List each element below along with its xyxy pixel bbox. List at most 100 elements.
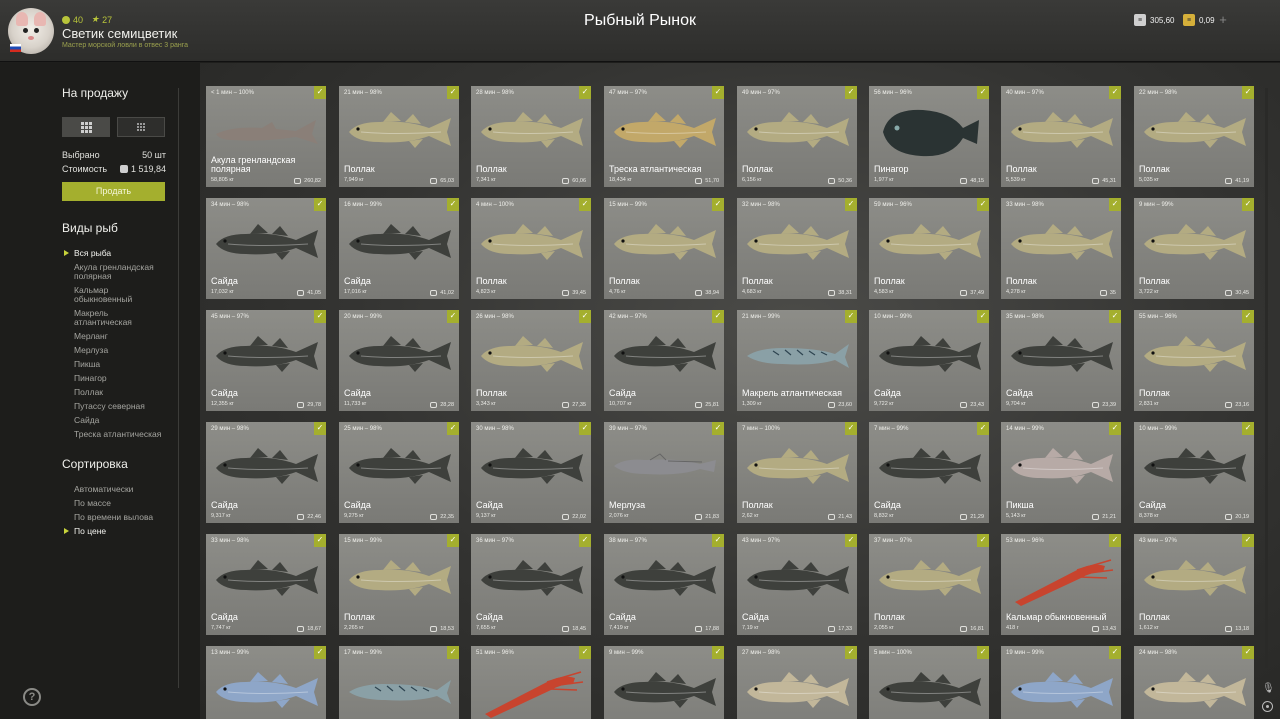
fish-card[interactable]: 51 мин – 96% ✓ — [471, 646, 591, 719]
species-filter-item-1[interactable]: Акула гренландская полярная — [64, 263, 164, 281]
selected-check-icon[interactable]: ✓ — [1109, 534, 1121, 547]
fish-card[interactable]: 14 мин – 99% ✓ Пикша 5,143 кг 21,21 — [1001, 422, 1121, 523]
species-filter-item-0[interactable]: Вся рыба — [64, 249, 164, 258]
selected-check-icon[interactable]: ✓ — [1242, 310, 1254, 323]
selected-check-icon[interactable]: ✓ — [1242, 198, 1254, 211]
selected-check-icon[interactable]: ✓ — [447, 534, 459, 547]
fish-card[interactable]: 7 мин – 99% ✓ Сайда 8,832 кг 21,29 — [869, 422, 989, 523]
fish-card[interactable]: 27 мин – 98% ✓ — [737, 646, 857, 719]
selected-check-icon[interactable]: ✓ — [977, 534, 989, 547]
selected-check-icon[interactable]: ✓ — [977, 310, 989, 323]
selected-check-icon[interactable]: ✓ — [1242, 646, 1254, 659]
selected-check-icon[interactable]: ✓ — [579, 310, 591, 323]
species-filter-item-7[interactable]: Пинагор — [64, 374, 164, 383]
selected-check-icon[interactable]: ✓ — [845, 422, 857, 435]
fish-card[interactable]: 55 мин – 96% ✓ Поллак 2,831 кг 23,16 — [1134, 310, 1254, 411]
selected-check-icon[interactable]: ✓ — [579, 534, 591, 547]
selected-check-icon[interactable]: ✓ — [712, 646, 724, 659]
selected-check-icon[interactable]: ✓ — [1242, 534, 1254, 547]
selected-check-icon[interactable]: ✓ — [447, 86, 459, 99]
grid-scrollbar[interactable] — [1265, 88, 1268, 668]
fish-card[interactable]: 53 мин – 96% ✓ Кальмар обыкновенный 418 г 13… — [1001, 534, 1121, 635]
fish-card[interactable]: 15 мин – 99% ✓ Поллак 2,265 кг 18,53 — [339, 534, 459, 635]
selected-check-icon[interactable]: ✓ — [314, 310, 326, 323]
selected-check-icon[interactable]: ✓ — [447, 646, 459, 659]
selected-check-icon[interactable]: ✓ — [579, 86, 591, 99]
fish-card[interactable]: 37 мин – 97% ✓ Поллак 2,055 кг 16,81 — [869, 534, 989, 635]
fish-card[interactable]: 42 мин – 97% ✓ Сайда 10,707 кг 25,81 — [604, 310, 724, 411]
selected-check-icon[interactable]: ✓ — [1109, 198, 1121, 211]
fish-card[interactable]: 33 мин – 98% ✓ Сайда 7,747 кг 18,67 — [206, 534, 326, 635]
fish-card[interactable]: 25 мин – 98% ✓ Сайда 9,275 кг 22,35 — [339, 422, 459, 523]
fish-card[interactable]: 56 мин – 96% ✓ Пинагор 1,977 кг 48,15 — [869, 86, 989, 187]
species-filter-item-6[interactable]: Пикша — [64, 360, 164, 369]
fish-card[interactable]: 45 мин – 97% ✓ Сайда 12,355 кг 29,78 — [206, 310, 326, 411]
fish-card[interactable]: 5 мин – 100% ✓ — [869, 646, 989, 719]
fish-card[interactable]: 22 мин – 98% ✓ Поллак 5,035 кг 41,19 — [1134, 86, 1254, 187]
fish-card[interactable]: 4 мин – 100% ✓ Поллак 4,823 кг 39,45 — [471, 198, 591, 299]
sort-option-1[interactable]: По массе — [64, 499, 153, 508]
fish-card[interactable]: 19 мин – 99% ✓ — [1001, 646, 1121, 719]
selected-check-icon[interactable]: ✓ — [977, 198, 989, 211]
small-grid-view-button[interactable] — [117, 117, 165, 137]
fish-card[interactable]: 13 мин – 99% ✓ — [206, 646, 326, 719]
fish-card[interactable]: 29 мин – 98% ✓ Сайда 9,317 кг 22,46 — [206, 422, 326, 523]
species-filter-item-3[interactable]: Макрель атлантическая — [64, 309, 164, 327]
fish-card[interactable]: < 1 мин – 100% ✓ Акула гренландская полярн… — [206, 86, 326, 187]
selected-check-icon[interactable]: ✓ — [845, 86, 857, 99]
add-currency-button[interactable]: + — [1216, 13, 1230, 27]
fish-card[interactable]: 24 мин – 98% ✓ — [1134, 646, 1254, 719]
fish-card[interactable]: 17 мин – 99% ✓ — [339, 646, 459, 719]
fish-card[interactable]: 28 мин – 98% ✓ Поллак 7,341 кг 60,06 — [471, 86, 591, 187]
fish-card[interactable]: 15 мин – 99% ✓ Поллак 4,76 кг 38,94 — [604, 198, 724, 299]
selected-check-icon[interactable]: ✓ — [1109, 86, 1121, 99]
fish-card[interactable]: 16 мин – 99% ✓ Сайда 17,016 кг 41,02 — [339, 198, 459, 299]
fish-card[interactable]: 43 мин – 97% ✓ Сайда 7,19 кг 17,33 — [737, 534, 857, 635]
selected-check-icon[interactable]: ✓ — [845, 310, 857, 323]
fish-card[interactable]: 47 мин – 97% ✓ Треска атлантическая 18,434 … — [604, 86, 724, 187]
selected-check-icon[interactable]: ✓ — [1242, 86, 1254, 99]
species-filter-item-9[interactable]: Путассу северная — [64, 402, 164, 411]
sell-button[interactable]: Продать — [62, 182, 165, 201]
target-icon[interactable] — [1262, 701, 1273, 712]
fish-card[interactable]: 30 мин – 98% ✓ Сайда 9,137 кг 22,02 — [471, 422, 591, 523]
fish-card[interactable]: 40 мин – 97% ✓ Поллак 5,539 кг 45,31 — [1001, 86, 1121, 187]
selected-check-icon[interactable]: ✓ — [977, 422, 989, 435]
selected-check-icon[interactable]: ✓ — [314, 646, 326, 659]
selected-check-icon[interactable]: ✓ — [579, 646, 591, 659]
selected-check-icon[interactable]: ✓ — [1109, 646, 1121, 659]
fish-card[interactable]: 39 мин – 97% ✓ Мерлуза 2,076 кг 21,83 — [604, 422, 724, 523]
fish-card[interactable]: 21 мин – 99% ✓ Макрель атлантическая 1,309 … — [737, 310, 857, 411]
selected-check-icon[interactable]: ✓ — [1109, 422, 1121, 435]
sort-option-0[interactable]: Автоматически — [64, 485, 153, 494]
selected-check-icon[interactable]: ✓ — [845, 534, 857, 547]
fish-card[interactable]: 7 мин – 100% ✓ Поллак 2,62 кг 21,43 — [737, 422, 857, 523]
fish-card[interactable]: 10 мин – 99% ✓ Сайда 8,378 кг 20,19 — [1134, 422, 1254, 523]
selected-check-icon[interactable]: ✓ — [1109, 310, 1121, 323]
selected-check-icon[interactable]: ✓ — [712, 198, 724, 211]
help-button[interactable]: ? — [23, 688, 41, 706]
selected-check-icon[interactable]: ✓ — [712, 310, 724, 323]
selected-check-icon[interactable]: ✓ — [845, 198, 857, 211]
fish-card[interactable]: 10 мин – 99% ✓ Сайда 9,722 кг 23,43 — [869, 310, 989, 411]
sort-option-3[interactable]: По цене — [64, 527, 153, 536]
selected-check-icon[interactable]: ✓ — [712, 534, 724, 547]
microphone-icon[interactable]: 🎙 — [1262, 683, 1275, 695]
selected-check-icon[interactable]: ✓ — [977, 86, 989, 99]
fish-card[interactable]: 49 мин – 97% ✓ Поллак 6,156 кг 50,36 — [737, 86, 857, 187]
fish-card[interactable]: 36 мин – 97% ✓ Сайда 7,655 кг 18,45 — [471, 534, 591, 635]
selected-check-icon[interactable]: ✓ — [314, 534, 326, 547]
selected-check-icon[interactable]: ✓ — [314, 86, 326, 99]
selected-check-icon[interactable]: ✓ — [977, 646, 989, 659]
species-filter-item-2[interactable]: Кальмар обыкновенный — [64, 286, 164, 304]
selected-check-icon[interactable]: ✓ — [1242, 422, 1254, 435]
selected-check-icon[interactable]: ✓ — [579, 422, 591, 435]
fish-card[interactable]: 9 мин – 99% ✓ — [604, 646, 724, 719]
species-filter-item-11[interactable]: Треска атлантическая — [64, 430, 164, 439]
selected-check-icon[interactable]: ✓ — [579, 198, 591, 211]
selected-check-icon[interactable]: ✓ — [447, 422, 459, 435]
species-filter-item-8[interactable]: Поллак — [64, 388, 164, 397]
species-filter-item-5[interactable]: Мерлуза — [64, 346, 164, 355]
species-filter-item-10[interactable]: Сайда — [64, 416, 164, 425]
selected-check-icon[interactable]: ✓ — [314, 198, 326, 211]
